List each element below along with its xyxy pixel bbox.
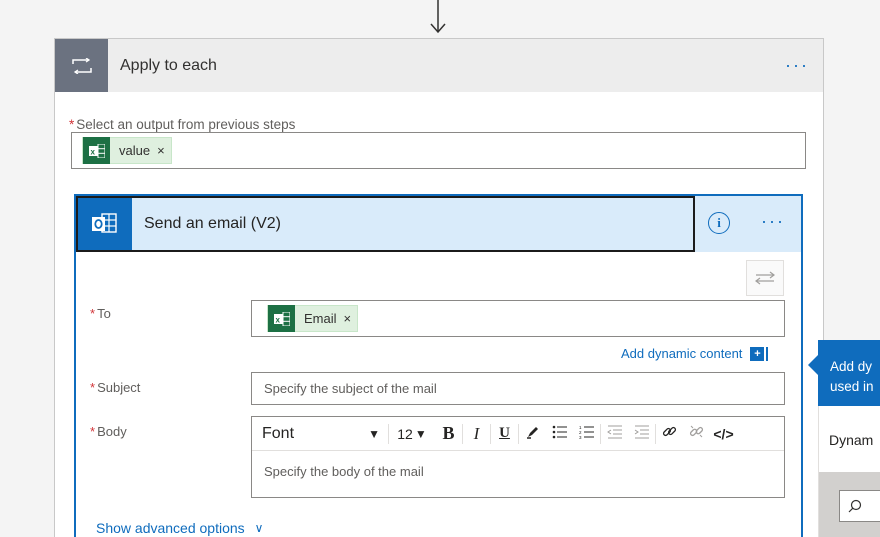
- add-dynamic-content-link[interactable]: Add dynamic content +: [621, 346, 769, 361]
- subject-label: * Subject: [90, 380, 140, 395]
- value-token-label: value: [119, 143, 151, 158]
- value-token-remove-button[interactable]: ×: [157, 143, 165, 158]
- italic-button[interactable]: I: [463, 424, 490, 444]
- highlight-icon[interactable]: [519, 425, 546, 443]
- select-output-label-text: Select an output from previous steps: [76, 117, 296, 132]
- required-marker: *: [90, 424, 96, 439]
- underline-button[interactable]: U: [491, 425, 518, 442]
- body-label-text: Body: [97, 424, 127, 439]
- decrease-indent-icon[interactable]: [601, 425, 628, 443]
- select-output-input[interactable]: x value ×: [71, 132, 806, 169]
- excel-icon: x: [268, 305, 295, 332]
- required-marker: *: [69, 117, 75, 132]
- size-caret-icon: ▼: [414, 426, 427, 441]
- required-marker: *: [90, 306, 96, 321]
- dynamic-search-input[interactable]: [839, 490, 880, 522]
- font-caret-icon: ▼: [368, 426, 380, 441]
- add-dynamic-content-label: Add dynamic content: [621, 346, 743, 361]
- svg-text:3: 3: [579, 435, 582, 439]
- email-token-label: Email: [304, 311, 337, 326]
- select-output-label: * Select an output from previous steps: [69, 117, 295, 132]
- link-icon[interactable]: [656, 424, 683, 443]
- svg-text:x: x: [275, 315, 280, 324]
- add-dynamic-bar-icon: [766, 346, 769, 361]
- to-label: * To: [90, 306, 111, 321]
- send-email-title-bar[interactable]: Send an email (V2): [76, 196, 695, 252]
- send-email-header: Send an email (V2) i ···: [76, 196, 801, 252]
- body-toolbar: Font ▼ 12 ▼ B I U 123 </>: [252, 417, 784, 451]
- send-email-menu-button[interactable]: ···: [761, 211, 785, 232]
- body-editor[interactable]: Font ▼ 12 ▼ B I U 123 </> Specify the bo…: [251, 416, 785, 498]
- apply-to-each-menu-button[interactable]: ···: [785, 55, 809, 76]
- subject-label-text: Subject: [97, 380, 141, 395]
- email-token[interactable]: x Email ×: [267, 305, 359, 332]
- body-placeholder: Specify the body of the mail: [264, 464, 424, 479]
- bold-button[interactable]: B: [435, 423, 462, 444]
- outlook-icon: [78, 198, 132, 250]
- value-token[interactable]: x value ×: [82, 137, 172, 164]
- excel-icon: x: [83, 137, 110, 164]
- font-size-label: 12: [397, 425, 413, 442]
- dynamic-panel-text-line2: used in: [830, 379, 874, 394]
- font-dropdown[interactable]: Font ▼: [252, 425, 388, 443]
- bullet-list-icon[interactable]: [546, 425, 573, 443]
- email-token-remove-button[interactable]: ×: [344, 311, 352, 326]
- dynamic-content-panel-header: Add dy used in: [818, 340, 880, 406]
- swap-icon[interactable]: [746, 260, 784, 296]
- show-advanced-options-label: Show advanced options: [96, 520, 245, 536]
- to-label-text: To: [97, 306, 111, 321]
- dynamic-panel-text-line1: Add dy: [830, 359, 873, 374]
- dynamic-panel-pointer: [808, 355, 818, 375]
- body-label: * Body: [90, 424, 127, 439]
- increase-indent-icon[interactable]: [628, 425, 655, 443]
- info-icon[interactable]: i: [708, 212, 730, 234]
- required-marker: *: [90, 380, 96, 395]
- dynamic-content-panel: Dynam: [818, 406, 880, 537]
- send-email-title: Send an email (V2): [144, 215, 281, 232]
- dynamic-search-area: [819, 472, 880, 537]
- arrow-down-icon: [430, 0, 446, 34]
- font-label: Font: [262, 424, 295, 442]
- font-size-dropdown[interactable]: 12 ▼: [389, 426, 435, 442]
- unlink-icon[interactable]: [683, 424, 710, 443]
- numbered-list-icon[interactable]: 123: [573, 425, 600, 443]
- send-email-card: Send an email (V2) i ··· * To x Email × A…: [74, 194, 803, 537]
- apply-to-each-title: Apply to each: [120, 56, 217, 74]
- to-field[interactable]: x Email ×: [251, 300, 785, 337]
- show-advanced-options-link[interactable]: Show advanced options ∨: [96, 520, 263, 536]
- svg-text:x: x: [90, 147, 95, 156]
- code-view-button[interactable]: </>: [710, 426, 737, 442]
- add-dynamic-plus-icon: +: [750, 346, 765, 361]
- apply-to-each-header[interactable]: Apply to each ···: [55, 39, 823, 92]
- subject-input[interactable]: Specify the subject of the mail: [251, 372, 785, 405]
- loop-icon: [55, 39, 108, 92]
- chevron-down-icon: ∨: [254, 521, 264, 535]
- search-icon: [848, 499, 862, 513]
- tab-dynamic-content[interactable]: Dynam: [829, 432, 873, 448]
